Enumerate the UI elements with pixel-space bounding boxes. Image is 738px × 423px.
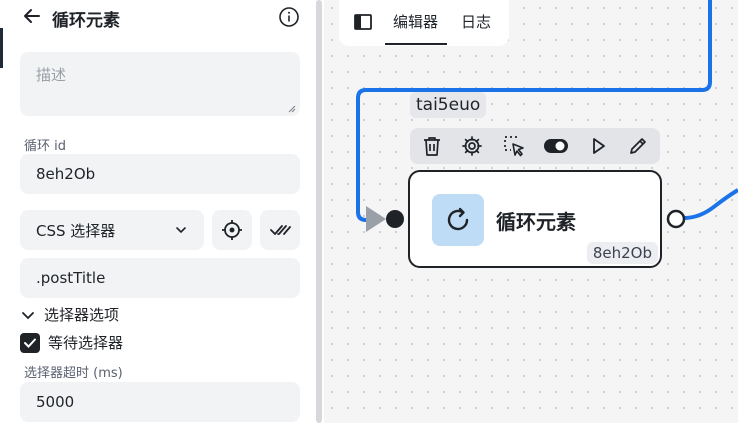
input-handle-arrow[interactable] xyxy=(366,206,386,232)
node-title: 循环元素 xyxy=(496,210,576,234)
pencil-icon[interactable] xyxy=(626,134,650,158)
active-tab-indicator xyxy=(385,43,447,45)
play-icon[interactable] xyxy=(586,134,610,158)
tab-logs[interactable]: 日志 xyxy=(461,11,491,32)
gear-icon[interactable] xyxy=(460,134,484,158)
input-handle[interactable] xyxy=(386,210,404,228)
tab-editor[interactable]: 编辑器 xyxy=(393,11,438,32)
loop-element-node[interactable]: 循环元素 8eh2Ob xyxy=(408,170,662,268)
output-handle[interactable] xyxy=(666,209,686,229)
select-pointer-icon[interactable] xyxy=(502,134,526,158)
trash-icon[interactable] xyxy=(420,134,444,158)
refresh-icon xyxy=(432,194,484,246)
node-id-badge: 8eh2Ob xyxy=(586,242,658,264)
toggle-icon[interactable] xyxy=(542,134,570,158)
node-toolbar xyxy=(410,128,660,164)
node-group-tag[interactable]: tai5euo xyxy=(410,92,487,118)
outgoing-edge[interactable] xyxy=(683,188,738,220)
editor-tabs: 编辑器 日志 xyxy=(339,0,509,46)
sidebar-toggle-icon[interactable] xyxy=(353,12,373,32)
